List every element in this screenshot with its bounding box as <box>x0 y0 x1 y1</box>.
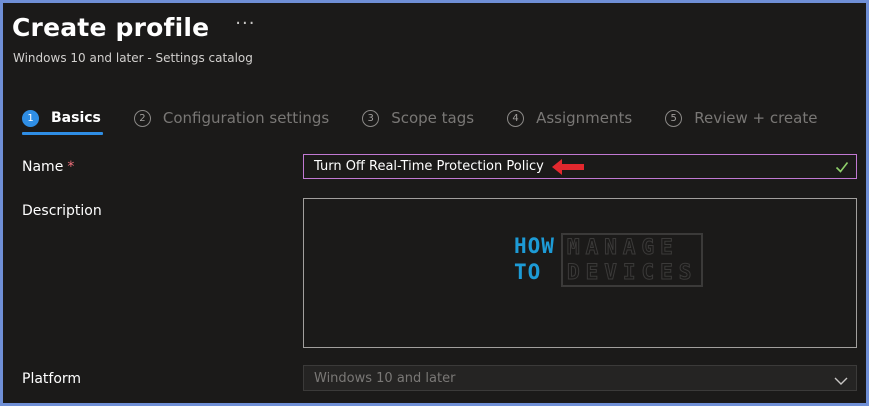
name-input-value: Turn Off Real-Time Protection Policy <box>314 159 544 174</box>
name-label-text: Name <box>22 159 64 175</box>
chevron-down-icon <box>834 372 848 391</box>
platform-select[interactable]: Windows 10 and later <box>303 365 857 391</box>
page-subtitle: Windows 10 and later - Settings catalog <box>13 51 253 65</box>
watermark-devices: DEVICES <box>566 260 698 285</box>
description-textarea[interactable]: HOW TO MANAGE DEVICES <box>303 198 857 348</box>
step-configuration-settings[interactable]: 2 Configuration settings <box>133 109 330 127</box>
watermark-logo: HOW TO MANAGE DEVICES <box>514 233 704 287</box>
platform-label: Platform <box>22 371 82 387</box>
step-basics[interactable]: 1 Basics <box>22 109 103 135</box>
step-number-icon: 5 <box>665 109 683 127</box>
required-marker: * <box>67 159 75 175</box>
page-title: Create profile <box>12 13 210 42</box>
watermark-how: HOW <box>514 234 555 258</box>
step-review-create[interactable]: 5 Review + create <box>665 109 817 127</box>
step-number-icon: 4 <box>507 109 525 127</box>
watermark-left: HOW TO <box>514 233 555 285</box>
title-row: Create profile ··· <box>12 13 255 42</box>
wizard-steps: 1 Basics 2 Configuration settings 3 Scop… <box>22 109 850 135</box>
step-scope-tags[interactable]: 3 Scope tags <box>362 109 474 127</box>
step-assignments[interactable]: 4 Assignments <box>507 109 632 127</box>
watermark-manage: MANAGE <box>566 235 679 260</box>
step-label: Configuration settings <box>162 109 330 127</box>
description-label: Description <box>22 203 102 219</box>
step-label: Scope tags <box>391 109 475 127</box>
name-label: Name * <box>22 159 74 175</box>
watermark-to: TO <box>514 260 542 284</box>
checkmark-icon <box>835 159 849 178</box>
step-number-icon: 2 <box>133 109 151 127</box>
step-label: Review + create <box>694 109 818 127</box>
watermark-right: MANAGE DEVICES <box>560 233 704 287</box>
create-profile-panel: Create profile ··· Windows 10 and later … <box>0 0 869 406</box>
step-number-icon: 1 <box>22 109 39 127</box>
red-arrow-left-icon <box>550 156 586 178</box>
step-label: Assignments <box>536 109 633 127</box>
step-number-icon: 3 <box>362 109 380 127</box>
platform-value: Windows 10 and later <box>314 370 456 386</box>
name-input[interactable]: Turn Off Real-Time Protection Policy <box>303 154 857 179</box>
step-label: Basics <box>51 110 101 126</box>
more-options-icon[interactable]: ··· <box>235 13 255 34</box>
